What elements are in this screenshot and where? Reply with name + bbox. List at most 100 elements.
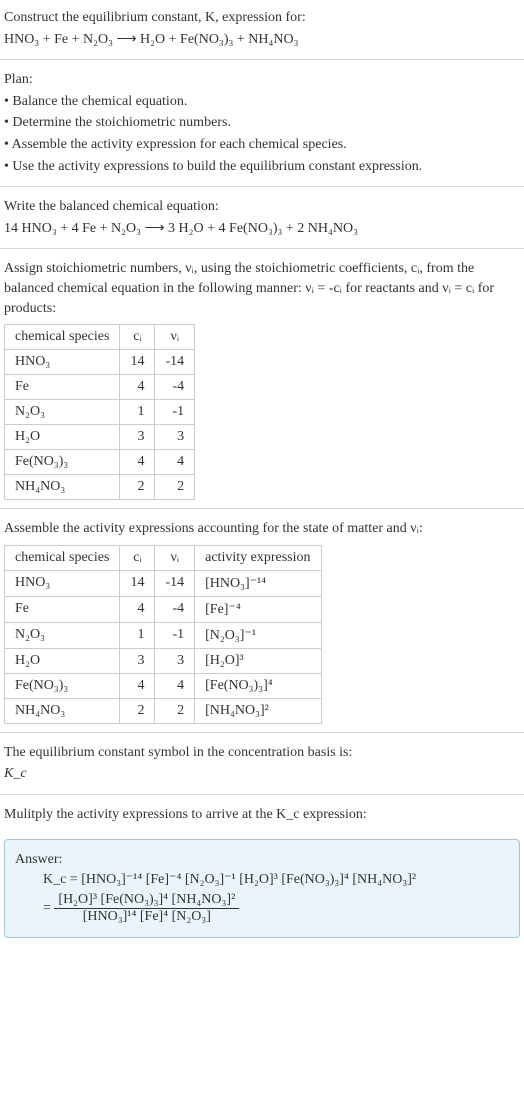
cell-ci: 4 xyxy=(120,450,155,475)
cell-species: Fe(NO₃)₃ xyxy=(5,673,120,698)
table-row: HNO₃ 14 -14 [HNO₃]⁻¹⁴ xyxy=(5,570,322,596)
table-row: N₂O₃ 1 -1 [N₂O₃]⁻¹ xyxy=(5,622,322,648)
cell-ci: 14 xyxy=(120,570,155,596)
table-row: Fe(NO₃)₃ 4 4 xyxy=(5,450,195,475)
cell-ae: [NH₄NO₃]² xyxy=(195,698,321,723)
table-row: H₂O 3 3 xyxy=(5,425,195,450)
table-header-row: chemical species cᵢ νᵢ activity expressi… xyxy=(5,545,322,570)
kc-symbol-line2: K_c xyxy=(4,764,520,784)
multiply-text: Mulitply the activity expressions to arr… xyxy=(4,805,520,825)
col-species: chemical species xyxy=(5,325,120,350)
cell-ci: 14 xyxy=(120,350,155,375)
cell-species: N₂O₃ xyxy=(5,622,120,648)
answer-expression-line2: = [H₂O]³ [Fe(NO₃)₃]⁴ [NH₄NO₃]² [HNO₃]¹⁴ … xyxy=(43,892,509,925)
eq-sign: = xyxy=(43,901,54,916)
cell-ci: 4 xyxy=(120,673,155,698)
cell-ci: 1 xyxy=(120,622,155,648)
col-ae: activity expression xyxy=(195,545,321,570)
cell-vi: -1 xyxy=(155,400,195,425)
cell-vi: 2 xyxy=(155,475,195,500)
cell-ci: 1 xyxy=(120,400,155,425)
divider xyxy=(0,732,524,733)
cell-species: NH₄NO₃ xyxy=(5,698,120,723)
answer-fraction: [H₂O]³ [Fe(NO₃)₃]⁴ [NH₄NO₃]² [HNO₃]¹⁴ [F… xyxy=(54,892,239,925)
cell-ae: [N₂O₃]⁻¹ xyxy=(195,622,321,648)
plan-bullet-3: • Assemble the activity expression for e… xyxy=(4,135,520,155)
table-row: Fe 4 -4 xyxy=(5,375,195,400)
cell-species: H₂O xyxy=(5,648,120,673)
assign-section: Assign stoichiometric numbers, νᵢ, using… xyxy=(0,251,524,506)
answer-box: Answer: K_c = [HNO₃]⁻¹⁴ [Fe]⁻⁴ [N₂O₃]⁻¹ … xyxy=(4,839,520,939)
intro-line1: Construct the equilibrium constant, K, e… xyxy=(4,8,520,28)
table-row: H₂O 3 3 [H₂O]³ xyxy=(5,648,322,673)
table-row: Fe(NO₃)₃ 4 4 [Fe(NO₃)₃]⁴ xyxy=(5,673,322,698)
cell-vi: -14 xyxy=(155,570,195,596)
cell-species: Fe xyxy=(5,375,120,400)
kc-symbol-line1: The equilibrium constant symbol in the c… xyxy=(4,743,520,763)
table-row: NH₄NO₃ 2 2 xyxy=(5,475,195,500)
col-vi: νᵢ xyxy=(155,545,195,570)
divider xyxy=(0,186,524,187)
cell-vi: -1 xyxy=(155,622,195,648)
divider xyxy=(0,794,524,795)
plan-section: Plan: • Balance the chemical equation. •… xyxy=(0,62,524,184)
activity-text: Assemble the activity expressions accoun… xyxy=(4,519,520,539)
balanced-equation: 14 HNO₃ + 4 Fe + N₂O₃ ⟶ 3 H₂O + 4 Fe(NO₃… xyxy=(4,219,520,239)
cell-vi: 4 xyxy=(155,450,195,475)
plan-bullet-4: • Use the activity expressions to build … xyxy=(4,157,520,177)
kc-symbol-value: K_c xyxy=(4,766,27,781)
plan-bullet-2: • Determine the stoichiometric numbers. xyxy=(4,113,520,133)
cell-ae: [Fe]⁻⁴ xyxy=(195,596,321,622)
cell-species: NH₄NO₃ xyxy=(5,475,120,500)
cell-vi: -4 xyxy=(155,375,195,400)
intro-equation: HNO₃ + Fe + N₂O₃ ⟶ H₂O + Fe(NO₃)₃ + NH₄N… xyxy=(4,30,520,50)
cell-ae: [H₂O]³ xyxy=(195,648,321,673)
col-ci: cᵢ xyxy=(120,325,155,350)
fraction-denominator: [HNO₃]¹⁴ [Fe]⁴ [N₂O₃] xyxy=(54,909,239,925)
table-row: HNO₃ 14 -14 xyxy=(5,350,195,375)
cell-ci: 4 xyxy=(120,596,155,622)
fraction-numerator: [H₂O]³ [Fe(NO₃)₃]⁴ [NH₄NO₃]² xyxy=(54,892,239,909)
cell-species: Fe(NO₃)₃ xyxy=(5,450,120,475)
answer-expression-line1: K_c = [HNO₃]⁻¹⁴ [Fe]⁻⁴ [N₂O₃]⁻¹ [H₂O]³ [… xyxy=(43,871,509,888)
cell-ci: 2 xyxy=(120,475,155,500)
divider xyxy=(0,59,524,60)
col-vi: νᵢ xyxy=(155,325,195,350)
cell-vi: 4 xyxy=(155,673,195,698)
table-header-row: chemical species cᵢ νᵢ xyxy=(5,325,195,350)
balanced-heading: Write the balanced chemical equation: xyxy=(4,197,520,217)
stoich-table: chemical species cᵢ νᵢ HNO₃ 14 -14 Fe 4 … xyxy=(4,324,195,500)
kc-symbol-section: The equilibrium constant symbol in the c… xyxy=(0,735,524,792)
cell-ci: 2 xyxy=(120,698,155,723)
plan-heading: Plan: xyxy=(4,70,520,90)
multiply-section: Mulitply the activity expressions to arr… xyxy=(0,797,524,833)
cell-ci: 3 xyxy=(120,648,155,673)
intro-section: Construct the equilibrium constant, K, e… xyxy=(0,0,524,57)
cell-ae: [Fe(NO₃)₃]⁴ xyxy=(195,673,321,698)
table-row: Fe 4 -4 [Fe]⁻⁴ xyxy=(5,596,322,622)
cell-species: H₂O xyxy=(5,425,120,450)
cell-vi: 3 xyxy=(155,648,195,673)
divider xyxy=(0,508,524,509)
activity-table: chemical species cᵢ νᵢ activity expressi… xyxy=(4,545,322,724)
answer-label: Answer: xyxy=(15,850,509,870)
balanced-section: Write the balanced chemical equation: 14… xyxy=(0,189,524,246)
table-row: N₂O₃ 1 -1 xyxy=(5,400,195,425)
cell-species: N₂O₃ xyxy=(5,400,120,425)
cell-ae: [HNO₃]⁻¹⁴ xyxy=(195,570,321,596)
cell-vi: -14 xyxy=(155,350,195,375)
cell-species: Fe xyxy=(5,596,120,622)
cell-vi: 2 xyxy=(155,698,195,723)
col-species: chemical species xyxy=(5,545,120,570)
divider xyxy=(0,248,524,249)
cell-vi: 3 xyxy=(155,425,195,450)
table-row: NH₄NO₃ 2 2 [NH₄NO₃]² xyxy=(5,698,322,723)
assign-text: Assign stoichiometric numbers, νᵢ, using… xyxy=(4,259,520,318)
col-ci: cᵢ xyxy=(120,545,155,570)
plan-bullet-1: • Balance the chemical equation. xyxy=(4,92,520,112)
cell-species: HNO₃ xyxy=(5,570,120,596)
cell-vi: -4 xyxy=(155,596,195,622)
cell-ci: 3 xyxy=(120,425,155,450)
activity-section: Assemble the activity expressions accoun… xyxy=(0,511,524,730)
cell-ci: 4 xyxy=(120,375,155,400)
